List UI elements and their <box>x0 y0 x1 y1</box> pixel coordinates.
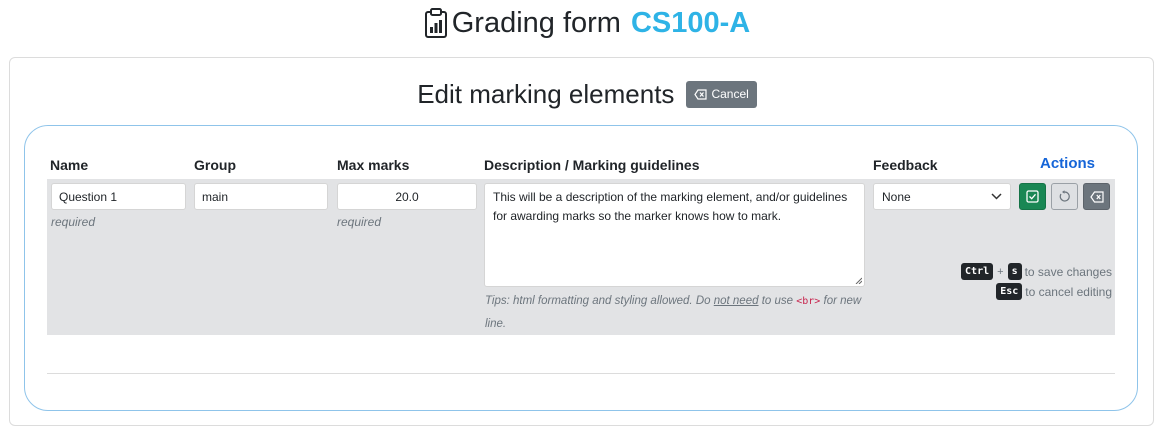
plus-sign: + <box>997 265 1004 278</box>
tips-prefix: Tips: html formatting and styling allowe… <box>485 295 714 307</box>
description-textarea[interactable]: This will be a description of the markin… <box>484 183 865 287</box>
tips-middle: to use <box>758 295 797 307</box>
resize-grip-icon[interactable] <box>855 277 862 284</box>
edit-header: Edit marking elements Cancel <box>0 78 1174 110</box>
name-input[interactable]: Question 1 <box>51 183 186 210</box>
feedback-selected: None <box>882 189 911 204</box>
backspace-icon <box>694 88 708 100</box>
clipboard-data-icon <box>424 8 447 38</box>
esc-key: Esc <box>996 283 1023 300</box>
tips-text: Tips: html formatting and styling allowe… <box>485 290 865 335</box>
refresh-icon <box>1059 190 1070 202</box>
save-button[interactable] <box>1019 183 1046 210</box>
group-input[interactable]: main <box>194 183 328 210</box>
save-shortcut-hint: Ctrl + s to save changes <box>961 263 1112 280</box>
tips-code: <br> <box>796 296 821 307</box>
cancel-shortcut-text: to cancel editing <box>1025 284 1112 299</box>
course-code: CS100-A <box>630 7 751 39</box>
ctrl-key: Ctrl <box>961 263 994 280</box>
column-header-actions: Actions <box>1040 155 1096 172</box>
check-square-icon <box>1026 190 1039 203</box>
column-header-feedback: Feedback <box>873 157 938 173</box>
remove-button[interactable] <box>1083 183 1110 210</box>
column-header-max-marks: Max marks <box>337 157 410 173</box>
column-header-group: Group <box>194 157 236 173</box>
edit-title: Edit marking elements <box>417 79 675 109</box>
column-header-name: Name <box>50 157 89 173</box>
column-header-description: Description / Marking guidelines <box>484 157 700 173</box>
chevron-down-icon <box>991 193 1002 200</box>
reset-button[interactable] <box>1051 183 1078 210</box>
max-marks-required-hint: required <box>337 215 382 229</box>
s-key: s <box>1007 263 1022 280</box>
cancel-shortcut-hint: Esc to cancel editing <box>996 283 1112 300</box>
name-required-hint: required <box>51 215 96 229</box>
page-title-text: Grading form <box>451 7 621 39</box>
max-marks-input[interactable]: 20.0 <box>337 183 477 210</box>
page-title: Grading form CS100-A <box>0 4 1174 42</box>
cancel-button[interactable]: Cancel <box>686 80 757 108</box>
feedback-select[interactable]: None <box>873 183 1011 210</box>
save-shortcut-text: to save changes <box>1024 264 1112 279</box>
description-text: This will be a description of the markin… <box>493 190 848 223</box>
backspace-icon <box>1089 190 1104 203</box>
tips-emphasis: not need <box>713 295 759 307</box>
divider <box>47 373 1115 374</box>
cancel-button-label: Cancel <box>711 87 749 101</box>
